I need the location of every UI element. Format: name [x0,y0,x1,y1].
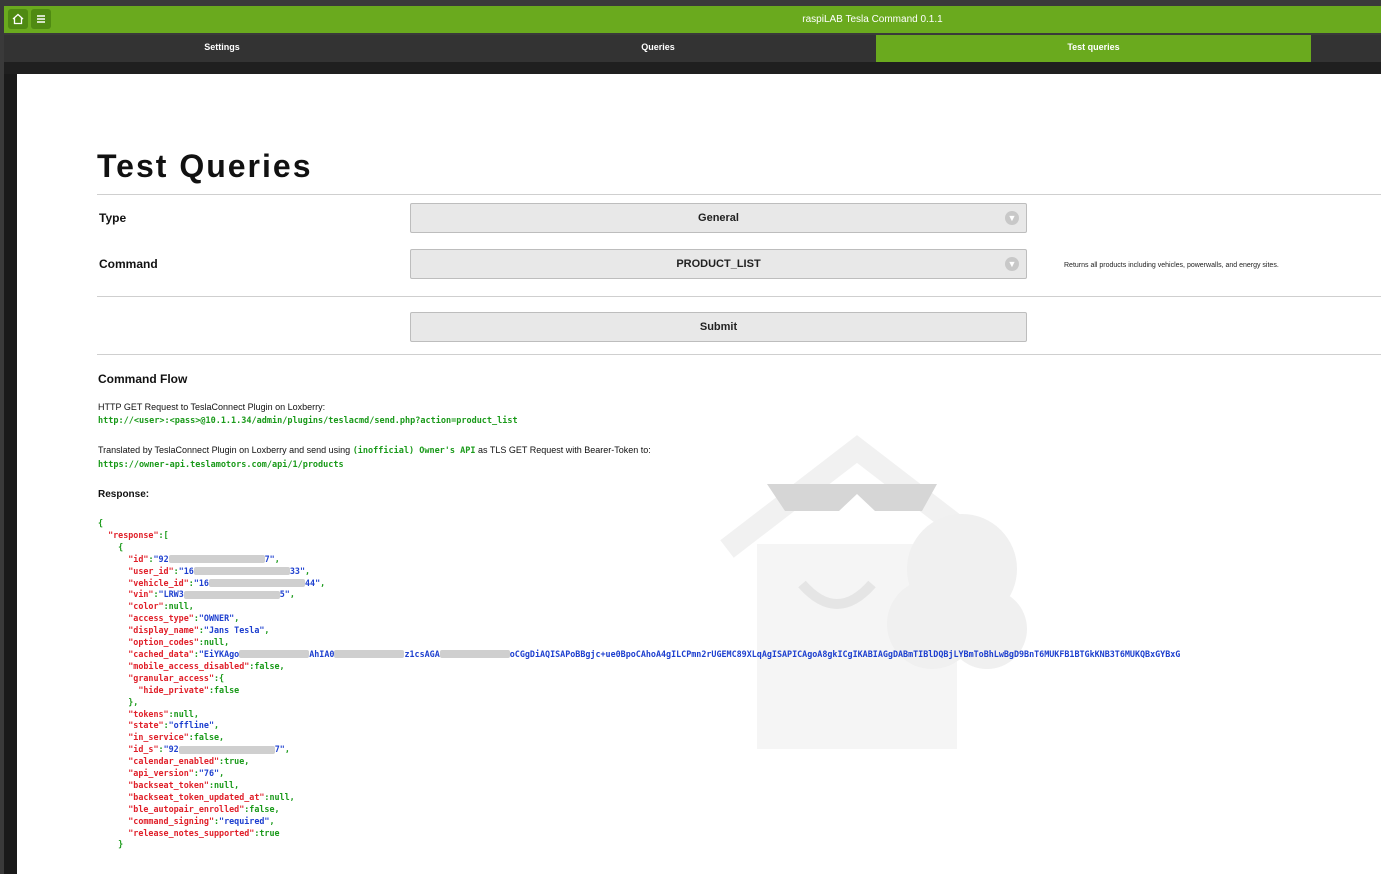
page-title: Test Queries [97,148,313,184]
command-select-value: PRODUCT_LIST [676,258,761,270]
type-label: Type [99,211,127,225]
chevron-down-icon: ▼ [1005,257,1019,271]
request-url: http://<user>:<pass>@10.1.1.34/admin/plu… [98,416,518,426]
submit-button[interactable]: Submit [410,312,1027,342]
type-select-value: General [698,212,739,224]
tab-queries[interactable]: Queries [440,35,876,62]
title-bar: raspiLAB Tesla Command 0.1.1 [4,6,1381,33]
request-intro: HTTP GET Request to TeslaConnect Plugin … [98,402,326,412]
divider [97,194,1381,195]
command-label: Command [99,257,158,271]
tab-settings[interactable]: Settings [4,35,440,62]
tab-bar-shadow [4,62,1381,74]
type-select[interactable]: General ▼ [410,203,1027,233]
response-json: { "response":[ { "id":"92 7", "user_id":"… [98,518,1181,850]
divider [97,296,1381,297]
owners-api-label: (inofficial) Owner's API [352,446,476,456]
main-content: Test Queries Type General ▼ Command PROD… [17,74,1381,874]
translated-text: Translated by TeslaConnect Plugin on Lox… [98,445,651,456]
command-select[interactable]: PRODUCT_LIST ▼ [410,249,1027,279]
tab-test-queries[interactable]: Test queries [876,35,1311,62]
tab-bar: Settings Queries Test queries [4,35,1381,62]
response-title: Response: [98,489,150,500]
command-flow-title: Command Flow [98,372,188,386]
translated-pre: Translated by TeslaConnect Plugin on Lox… [98,445,351,455]
left-border [4,74,17,874]
command-description: Returns all products including vehicles,… [1064,262,1279,269]
chevron-down-icon: ▼ [1005,211,1019,225]
translated-post: as TLS GET Request with Bearer-Token to: [478,445,651,455]
api-url: https://owner-api.teslamotors.com/api/1/… [98,460,344,470]
app-title: raspiLAB Tesla Command 0.1.1 [802,14,943,25]
divider [97,354,1381,355]
